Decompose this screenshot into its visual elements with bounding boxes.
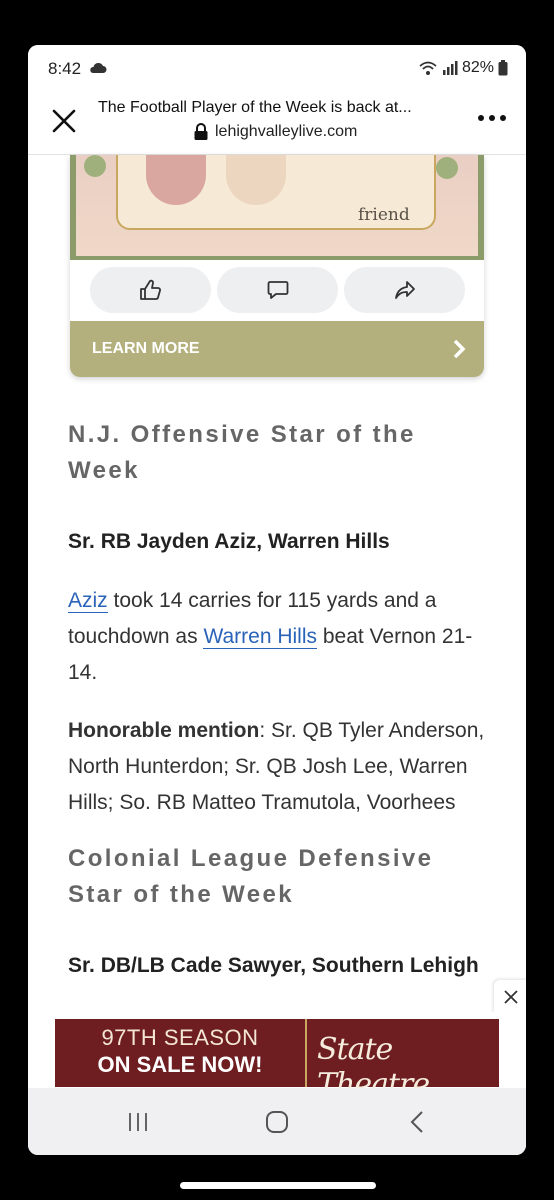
banner-ad-content: 97TH SEASON ON SALE NOW! State Theatre <box>55 1019 499 1102</box>
chevron-right-icon <box>453 339 466 359</box>
gesture-bar[interactable] <box>180 1182 376 1189</box>
ad-flower <box>436 157 458 179</box>
close-icon[interactable] <box>48 105 80 137</box>
honorable-mention-paragraph: Honorable mention: Sr. QB Tyler Anderson… <box>68 713 488 821</box>
signal-icon <box>442 61 458 75</box>
warren-hills-link[interactable]: Warren Hills <box>203 625 317 649</box>
battery-icon <box>498 60 508 76</box>
back-icon[interactable] <box>402 1108 432 1136</box>
ad-actions <box>90 267 465 313</box>
battery-percent: 82% <box>461 59 494 76</box>
player-name: Sr. DB/LB Cade Sawyer, Southern Lehigh <box>68 954 479 977</box>
recents-icon[interactable] <box>123 1108 153 1136</box>
aziz-link[interactable]: Aziz <box>68 589 108 613</box>
ad-image-text: friend <box>358 205 410 225</box>
ad-image: friend <box>70 155 484 260</box>
learn-more-button[interactable]: LEARN MORE <box>70 321 484 377</box>
share-button[interactable] <box>344 267 465 313</box>
wifi-icon <box>419 61 437 75</box>
section-heading: N.J. Offensive Star of the Week <box>68 421 416 484</box>
learn-more-label: LEARN MORE <box>92 340 200 357</box>
share-icon <box>394 281 415 299</box>
banner-divider <box>305 1019 307 1087</box>
article-body: N.J. Offensive Star of the Week Sr. RB J… <box>68 417 488 981</box>
home-icon[interactable] <box>262 1108 292 1136</box>
status-time: 8:42 <box>48 59 82 78</box>
banner-line2: ON SALE NOW! <box>97 1052 263 1077</box>
article-paragraph: Aziz took 14 carries for 115 yards and a… <box>68 583 488 691</box>
honorable-mention-label: Honorable mention <box>68 719 260 742</box>
page-title: The Football Player of the Week is back … <box>98 99 412 116</box>
thumbs-up-icon <box>139 279 161 300</box>
phone-screen: 8:42 82% The Football Player of the Week… <box>28 45 526 1155</box>
cloud-icon <box>90 62 107 73</box>
close-ad-button[interactable] <box>494 980 526 1014</box>
ad-flower <box>84 155 106 177</box>
lock-icon <box>194 123 208 140</box>
player-name: Sr. RB Jayden Aziz, Warren Hills <box>68 530 390 553</box>
url-text: lehighvalleylive.com <box>215 123 358 140</box>
status-right: 82% <box>418 59 508 77</box>
section-heading: Colonial League Defensive Star of the We… <box>68 845 434 908</box>
system-navbar <box>28 1088 526 1155</box>
close-icon <box>504 990 518 1004</box>
banner-ad[interactable]: 97TH SEASON ON SALE NOW! State Theatre <box>28 1012 526 1102</box>
status-bar: 8:42 82% <box>28 45 526 93</box>
ad-card[interactable]: friend LEARN MORE <box>70 155 484 377</box>
comment-icon <box>267 281 288 299</box>
banner-line1: 97TH SEASON <box>101 1025 259 1050</box>
more-icon[interactable] <box>478 115 506 121</box>
comment-button[interactable] <box>217 267 338 313</box>
like-button[interactable] <box>90 267 211 313</box>
browser-toolbar: The Football Player of the Week is back … <box>28 93 526 155</box>
url-row[interactable]: lehighvalleylive.com <box>193 123 357 141</box>
